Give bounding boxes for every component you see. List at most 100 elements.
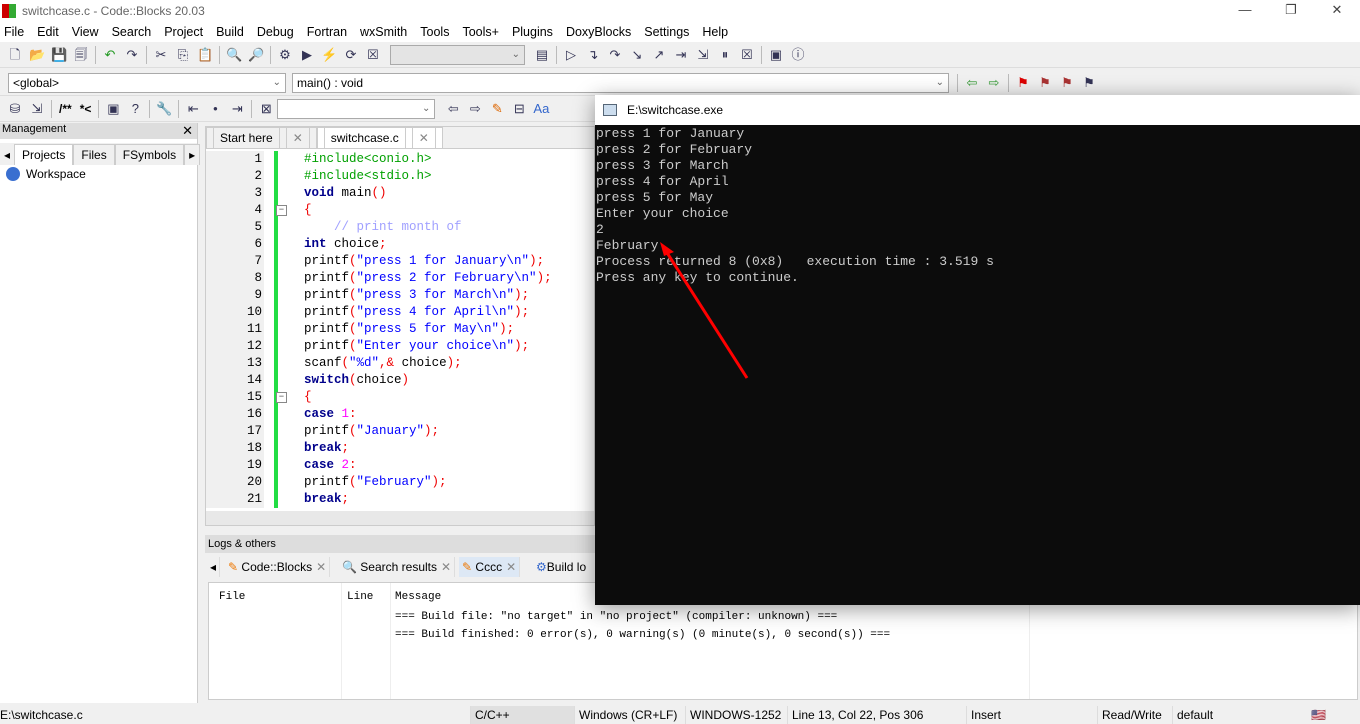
copy-icon[interactable]: ⎘ [175,47,191,63]
code-editor[interactable]: Start here ✕ switchcase.c ✕ 1 #include<coni… [205,126,595,526]
toggle-bookmark-icon[interactable]: ⚑ [1015,75,1031,91]
menu-search[interactable]: Search [112,25,152,39]
prev-breakpoint-icon[interactable]: ⇤ [185,101,201,117]
tabs-scroll-right[interactable]: ▸ [184,144,201,165]
menu-tools[interactable]: Tools+ [462,25,498,39]
code-line[interactable]: 6 int choice; [206,236,594,253]
rebuild-icon[interactable]: ⟳ [343,47,359,63]
highlight-icon[interactable]: ✎ [489,101,505,117]
tab-files[interactable]: Files [73,144,115,165]
code-area[interactable]: 1 #include<conio.h> 2 #include<stdio.h> 3 voi… [206,149,594,508]
undo-icon[interactable]: ↶ [102,47,118,63]
code-line[interactable]: 20 printf("February"); [206,474,594,491]
step-instruction-icon[interactable]: ⇲ [695,47,711,63]
horizontal-scrollbar[interactable] [206,511,594,525]
next-line-icon[interactable]: ↷ [607,47,623,63]
chm-docs-icon[interactable]: ? [127,101,143,117]
wrench-icon[interactable]: 🔧 [156,101,172,117]
menu-fortran[interactable]: Fortran [307,25,347,39]
tabs-scroll-left[interactable]: ◂ [0,145,15,165]
workspace-item[interactable]: Workspace [0,165,197,183]
prev-bookmark-icon[interactable]: ⚑ [1037,75,1053,91]
menu-file[interactable]: File [4,25,24,39]
extract-docs-icon[interactable]: ⇲ [29,101,45,117]
close-button[interactable]: ✕ [1314,0,1360,20]
replace-icon[interactable]: 🔎 [248,47,264,63]
tab-switchcase-c[interactable]: switchcase.c ✕ [316,127,443,148]
build-target-select[interactable]: ⌄ [390,44,525,65]
build-log-icon[interactable]: ▤ [534,47,550,63]
tab-fsymbols[interactable]: FSymbols [114,144,185,165]
block-comment-button[interactable]: /** [59,102,72,116]
minimize-button[interactable]: — [1222,0,1268,20]
scope-select[interactable]: <global> ⌄ [8,72,286,93]
build-run-icon[interactable]: ⚡ [321,47,337,63]
code-line[interactable]: 16 case 1: [206,406,594,423]
code-line[interactable]: 21 break; [206,491,594,508]
redo-icon[interactable]: ↷ [124,47,140,63]
step-into-icon[interactable]: ↘ [629,47,645,63]
toggle-breakpoint-icon[interactable]: • [207,101,223,117]
code-line[interactable]: 7 printf("press 1 for January\n"); [206,253,594,270]
new-file-icon[interactable]: 🗋 [7,47,23,63]
menu-plugins[interactable]: Plugins [512,25,553,39]
doxywizard-icon[interactable]: ⛁ [7,101,23,117]
code-line[interactable]: 4 − { [206,202,594,219]
clear-bookmarks-icon[interactable]: ⚑ [1081,75,1097,91]
next-breakpoint-icon[interactable]: ⇥ [229,101,245,117]
code-line[interactable]: 2 #include<stdio.h> [206,168,594,185]
tab-search-results[interactable]: 🔍 Search results ✕ [339,557,456,577]
code-line[interactable]: 19 case 2: [206,457,594,474]
menu-settings[interactable]: Settings [644,25,689,39]
incremental-search-input[interactable]: ⌄ [277,98,436,119]
code-line[interactable]: 15 − { [206,389,594,406]
maximize-button[interactable]: ❐ [1268,0,1314,20]
abort-icon[interactable]: ☒ [365,47,381,63]
function-select[interactable]: main() : void ⌄ [292,72,949,93]
menu-project[interactable]: Project [164,25,203,39]
match-case-icon[interactable]: Aa [533,101,549,117]
next-bookmark-icon[interactable]: ⚑ [1059,75,1075,91]
run-icon[interactable]: ▶ [299,47,315,63]
pause-icon[interactable]: ⏸ [717,47,733,63]
logs-scroll-left[interactable]: ◂ [207,557,221,577]
jump-back-icon[interactable]: ⇦ [964,75,980,91]
debug-windows-icon[interactable]: ▣ [768,47,784,63]
open-icon[interactable]: 📂 [29,47,45,63]
close-tab-icon[interactable]: ✕ [285,127,310,148]
menu-edit[interactable]: Edit [37,25,59,39]
save-icon[interactable]: 💾 [51,47,67,63]
menu-wxsmith[interactable]: wxSmith [360,25,407,39]
tab-build-log[interactable]: ⚙Build lo [533,557,589,577]
tab-cccc[interactable]: ✎ Cccc ✕ [459,557,521,577]
code-line[interactable]: 9 printf("press 3 for March\n"); [206,287,594,304]
cut-icon[interactable]: ✂ [153,47,169,63]
save-all-icon[interactable]: 🗐 [73,47,89,63]
selected-text-icon[interactable]: ⊟ [511,101,527,117]
html-docs-icon[interactable]: ▣ [105,101,121,117]
search-next-icon[interactable]: ⇨ [467,101,483,117]
close-tab-icon[interactable]: ✕ [411,127,436,148]
code-line[interactable]: 14 switch(choice) [206,372,594,389]
menu-build[interactable]: Build [216,25,244,39]
fold-toggle-icon[interactable]: − [276,205,287,216]
menu-view[interactable]: View [72,25,99,39]
code-line[interactable]: 13 scanf("%d" ,& choice); [206,355,594,372]
code-line[interactable]: 1 #include<conio.h> [206,151,594,168]
next-instruction-icon[interactable]: ⇥ [673,47,689,63]
code-line[interactable]: 8 printf("press 2 for February\n"); [206,270,594,287]
code-line[interactable]: 17 printf("January"); [206,423,594,440]
stop-debug-icon[interactable]: ☒ [739,47,755,63]
tab-projects[interactable]: Projects [14,144,74,165]
menu-help[interactable]: Help [702,25,728,39]
code-line[interactable]: 11 printf("press 5 for May\n"); [206,321,594,338]
close-panel-icon[interactable]: ✕ [182,123,193,139]
debug-run-icon[interactable]: ▷ [563,47,579,63]
menu-tools[interactable]: Tools [420,25,449,39]
clear-search-icon[interactable]: ⊠ [258,101,274,117]
paste-icon[interactable]: 📋 [197,47,213,63]
code-line[interactable]: 10 printf("press 4 for April\n"); [206,304,594,321]
code-line[interactable]: 12 printf("Enter your choice\n"); [206,338,594,355]
code-line[interactable]: 3 void main() [206,185,594,202]
console-window[interactable]: E:\switchcase.exe press 1 for January pr… [595,95,1360,605]
